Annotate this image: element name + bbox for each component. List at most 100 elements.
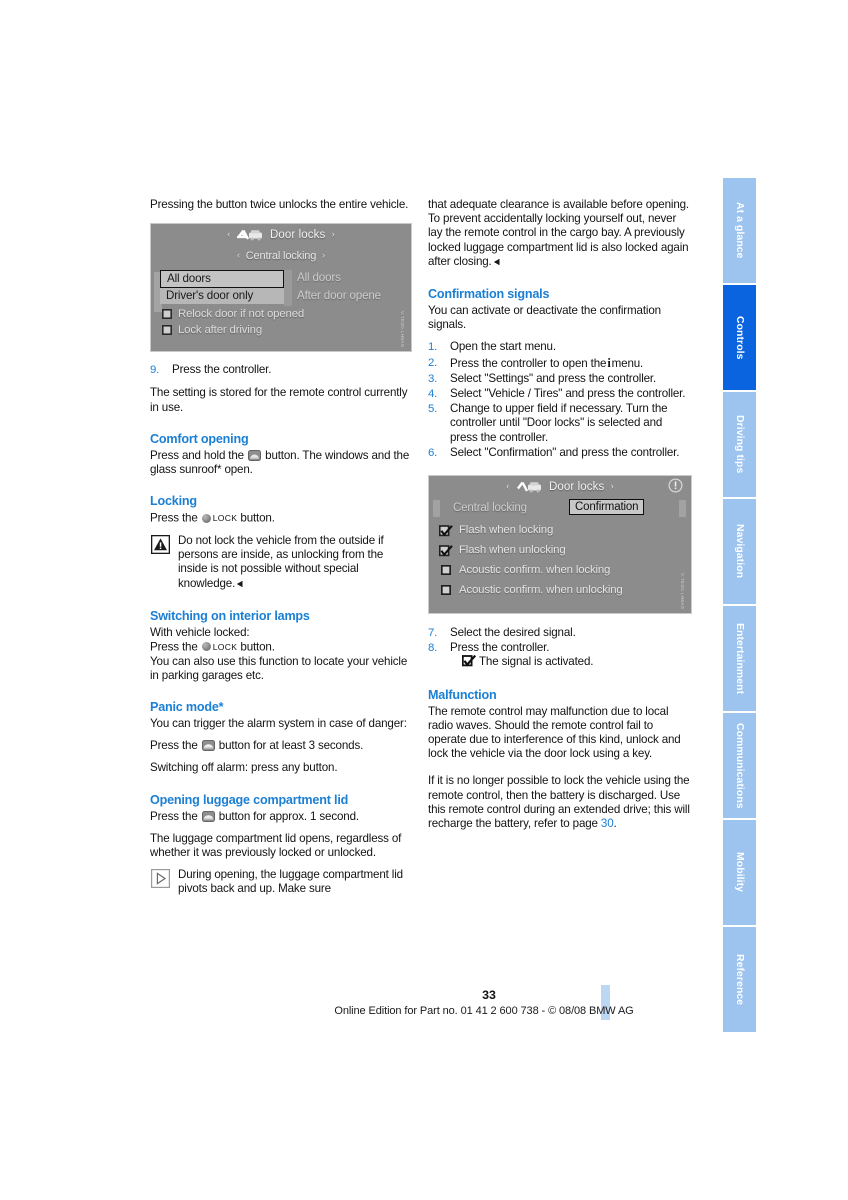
luggage-press-after: button for approx. 1 second.	[218, 809, 359, 823]
step-3: 3. Select "Settings" and press the contr…	[428, 372, 690, 386]
step-8-text: Press the controller.	[450, 641, 550, 655]
panic-mode-press-line: Press the button for at least 3 seconds.	[150, 739, 412, 753]
interior-lamps-line1: With vehicle locked:	[150, 625, 250, 639]
lock-button-icon-2	[201, 642, 211, 652]
door-locks-car-icon	[235, 228, 263, 245]
info-note-text: During opening, the luggage compartment …	[178, 868, 403, 896]
step-7-number: 7.	[428, 627, 438, 640]
label-lock-after-driving: Lock after driving	[178, 324, 263, 337]
step-9-followup: The setting is stored for the remote con…	[150, 386, 408, 414]
step-8-number: 8.	[428, 642, 438, 655]
signal-activated-text: The signal is activated.	[479, 655, 594, 669]
tab-entertainment[interactable]: Entertainment	[720, 606, 756, 711]
info-circle-icon[interactable]	[668, 478, 683, 497]
page-number: 33	[482, 988, 496, 1002]
step-4: 4. Select "Vehicle / Tires" and press th…	[428, 387, 690, 401]
step-3-text: Select "Settings" and press the controll…	[450, 371, 657, 385]
right-option-after-door-opened: After door opene	[297, 289, 381, 303]
step-1: 1. Open the start menu.	[428, 340, 690, 354]
luggage-press-before: Press the	[150, 809, 198, 823]
tab-navigation-label: Navigation	[734, 524, 745, 579]
page-reference-link[interactable]: 30	[601, 817, 614, 830]
nav2-left-arrow-icon: ‹	[506, 481, 510, 492]
sub-left-arrow-icon: ‹	[236, 250, 240, 261]
idrive-subtitle-text: Central locking	[245, 250, 317, 263]
tab-controls[interactable]: Controls	[720, 285, 756, 390]
step-2-text-after: menu.	[611, 356, 644, 370]
option-all-doors-selected[interactable]: All doors	[160, 270, 284, 289]
intro-paragraph: Pressing the button twice unlocks the en…	[150, 198, 409, 211]
tab-at-a-glance-label: At a glance	[734, 202, 745, 259]
checkbox-flash-unlocking[interactable]	[439, 545, 453, 557]
malfunction-para-2-after: .	[613, 817, 617, 831]
tab-confirmation-selected[interactable]: Confirmation	[569, 499, 645, 516]
sub-right-arrow-icon: ›	[322, 250, 326, 261]
step-9-number: 9.	[150, 364, 160, 377]
tab-driving-tips-label: Driving tips	[734, 415, 745, 474]
interior-lamps-line3: You can also use this function to locate…	[150, 654, 408, 682]
locking-press-line: Press the LOCK button.	[150, 511, 412, 526]
continuation-paragraph-2: To prevent accidentally locking yourself…	[428, 212, 690, 270]
step-7: 7. Select the desired signal.	[428, 626, 690, 640]
trunk-button-icon-2	[201, 810, 215, 822]
idrive2-title-bar: ‹ Door locks ›	[429, 476, 691, 499]
step-2: 2. Press the controller to open theimenu…	[428, 356, 690, 371]
step-5-number: 5.	[428, 403, 438, 416]
heading-locking: Locking	[150, 494, 197, 509]
option-drivers-door-only[interactable]: Driver's door only	[160, 288, 284, 305]
idrive-screenshot-central-locking: ‹ Door locks › ‹ Central locking › All d…	[150, 223, 412, 353]
malfunction-para-1: The remote control may malfunction due t…	[428, 704, 681, 761]
checkbox-acoustic-locking[interactable]	[441, 565, 451, 576]
tab-entertainment-label: Entertainment	[734, 622, 745, 695]
step-8: 8. Press the controller. The signal is a…	[428, 641, 690, 669]
step-2-text-before: Press the controller to open the	[450, 356, 607, 370]
idrive2-tab-row: Central locking Confirmation	[433, 499, 687, 519]
checkbox-lock-after-driving[interactable]	[162, 325, 172, 336]
tab-controls-label: Controls	[734, 315, 745, 360]
left-column: Pressing the button twice unlocks the en…	[150, 198, 412, 897]
step-4-number: 4.	[428, 388, 438, 401]
checkbox-relock-door[interactable]	[162, 309, 172, 320]
tab-right-stub	[679, 500, 686, 518]
checkmark-box-icon	[461, 655, 477, 667]
warning-note-text: Do not lock the vehicle from the outside…	[178, 533, 384, 590]
manual-page: Pressing the button twice unlocks the en…	[0, 0, 848, 1200]
heading-comfort-opening: Comfort opening	[150, 431, 249, 446]
luggage-press-line: Press the button for approx. 1 second.	[150, 810, 412, 824]
continuation-paragraph: that adequate clearance is available bef…	[428, 198, 689, 211]
idrive-title-text: Door locks	[269, 229, 326, 242]
checkbox-flash-locking[interactable]	[439, 525, 453, 537]
nav-right-arrow-icon: ›	[331, 229, 335, 240]
right-option-all-doors: All doors	[297, 271, 341, 285]
warning-note-locking: Do not lock the vehicle from the outside…	[150, 534, 412, 592]
tab-navigation[interactable]: Navigation	[720, 499, 756, 604]
tab-at-a-glance[interactable]: At a glance	[720, 178, 756, 283]
idrive-screenshot-confirmation: ‹ Door locks › Central locking Confirmat…	[428, 475, 692, 615]
comfort-opening-body: Press and hold the button. The windows a…	[150, 449, 412, 477]
idrive-subtitle-bar: ‹ Central locking ›	[151, 247, 411, 266]
note-end-marker	[236, 578, 244, 592]
figure2-credit: V.TE3D.LH6AS	[680, 572, 685, 610]
continuation-2-text: To prevent accidentally locking yourself…	[428, 212, 689, 268]
list-divider-stub	[284, 270, 292, 307]
confirmation-intro: You can activate or deactivate the confi…	[428, 304, 661, 332]
panic-mode-line1: You can trigger the alarm system in case…	[150, 717, 407, 731]
checkbox-acoustic-unlocking[interactable]	[441, 585, 451, 596]
tab-driving-tips[interactable]: Driving tips	[720, 392, 756, 497]
tab-mobility-label: Mobility	[734, 852, 745, 893]
heading-panic-mode: Panic mode*	[150, 700, 224, 715]
comfort-open-button-icon	[248, 449, 261, 461]
tab-mobility[interactable]: Mobility	[720, 820, 756, 925]
label-acoustic-unlocking: Acoustic confirm. when unlocking	[459, 584, 623, 597]
page-number-row: 33	[0, 988, 848, 1002]
trunk-button-icon	[201, 740, 215, 752]
step-6-text: Select "Confirmation" and press the cont…	[450, 445, 680, 459]
heading-malfunction: Malfunction	[428, 687, 497, 702]
tab-communications[interactable]: Communications	[720, 713, 756, 818]
play-triangle-icon	[151, 869, 170, 889]
tab-central-locking[interactable]: Central locking	[453, 501, 527, 515]
tab-communications-label: Communications	[734, 722, 745, 809]
comfort-text-before: Press and hold the	[150, 448, 244, 462]
chapter-tabs: At a glance Controls Driving tips Naviga…	[720, 178, 756, 1034]
footer-note: Online Edition for Part no. 01 41 2 600 …	[334, 1005, 634, 1017]
